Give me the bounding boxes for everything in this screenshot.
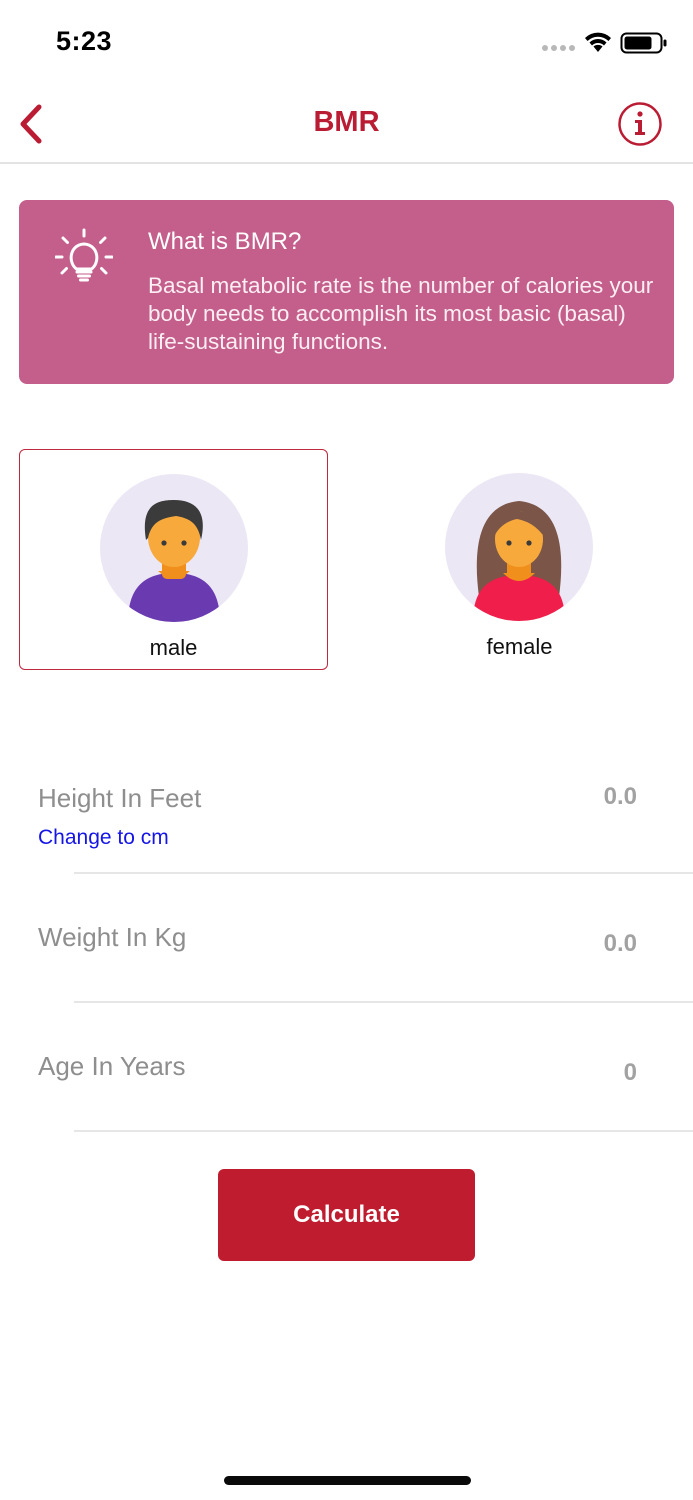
signal-icon xyxy=(542,45,575,51)
weight-value[interactable]: 0.0 xyxy=(604,930,637,958)
divider xyxy=(74,1130,693,1132)
bmr-info-card: What is BMR? Basal metabolic rate is the… xyxy=(19,200,674,384)
info-description: Basal metabolic rate is the number of ca… xyxy=(148,273,654,354)
battery-icon xyxy=(620,32,667,54)
height-value[interactable]: 0.0 xyxy=(604,783,637,811)
divider xyxy=(74,1001,693,1003)
weight-label: Weight In Kg xyxy=(38,922,187,952)
age-label: Age In Years xyxy=(38,1051,186,1081)
wifi-icon xyxy=(585,32,611,52)
info-title: What is BMR? xyxy=(148,228,302,255)
gender-label-female: female xyxy=(486,634,553,659)
male-avatar xyxy=(100,474,248,622)
height-field[interactable]: Height In Feet 0.0 Change to cm xyxy=(0,770,693,874)
home-indicator xyxy=(224,1476,471,1485)
gender-label-male: male xyxy=(149,635,198,660)
gender-option-male[interactable]: male xyxy=(19,449,328,670)
status-time: 5:23 xyxy=(56,26,113,56)
divider xyxy=(74,872,693,874)
nav-bar: BMR xyxy=(0,88,693,164)
status-bar: 5:23 xyxy=(0,0,693,88)
calculate-button[interactable]: Calculate xyxy=(218,1169,475,1261)
weight-field[interactable]: Weight In Kg 0.0 xyxy=(0,910,693,1000)
lightbulb-icon xyxy=(55,228,113,282)
female-avatar xyxy=(445,473,593,621)
info-circle-icon[interactable] xyxy=(617,101,663,147)
age-value[interactable]: 0 xyxy=(624,1059,637,1087)
age-field[interactable]: Age In Years 0 xyxy=(0,1040,693,1130)
page-title: BMR xyxy=(313,106,380,138)
change-unit-link[interactable]: Change to cm xyxy=(38,826,169,850)
height-label: Height In Feet xyxy=(38,783,202,813)
gender-option-female[interactable]: female xyxy=(365,449,674,670)
